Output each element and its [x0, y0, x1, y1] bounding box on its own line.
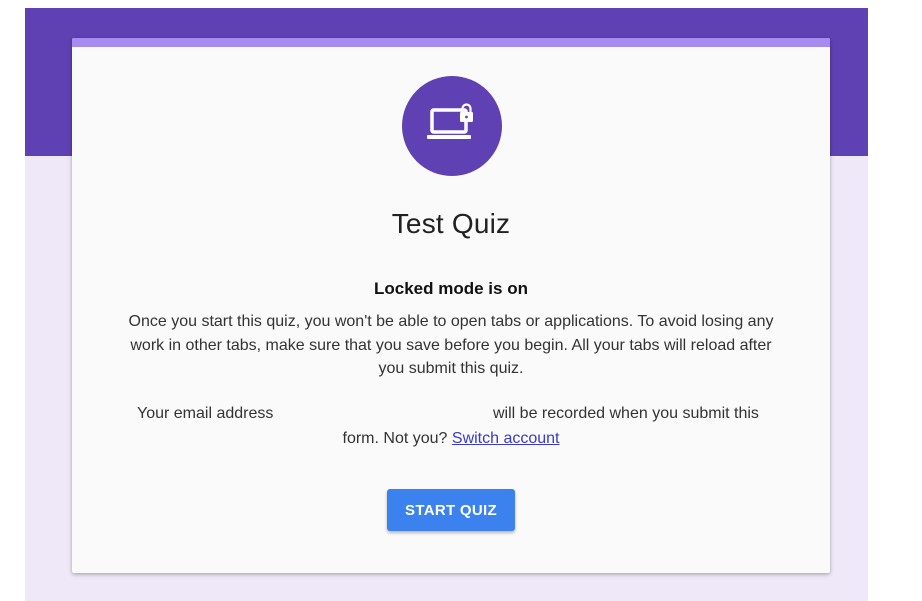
email-notice-suffix: will be recorded when you submit this	[493, 405, 759, 422]
locked-mode-heading: Locked mode is on	[374, 279, 528, 298]
laptop-lock-icon	[402, 76, 502, 176]
locked-mode-description: Once you start this quiz, you won't be a…	[128, 313, 774, 377]
start-quiz-button[interactable]: START QUIZ	[387, 489, 515, 531]
email-label: Your email address	[137, 405, 274, 422]
card-accent-bar	[72, 38, 830, 47]
switch-account-line: form. Not you? Switch account	[72, 430, 830, 448]
email-notice-line: Your email address will be recorded when…	[72, 405, 830, 429]
quiz-card: Test Quiz Locked mode is on Once you sta…	[72, 38, 830, 573]
not-you-text: form. Not you?	[342, 430, 448, 447]
form-background: Test Quiz Locked mode is on Once you sta…	[25, 8, 868, 601]
page: Test Quiz Locked mode is on Once you sta…	[0, 0, 922, 601]
switch-account-link[interactable]: Switch account	[452, 430, 560, 447]
quiz-title: Test Quiz	[391, 208, 511, 239]
